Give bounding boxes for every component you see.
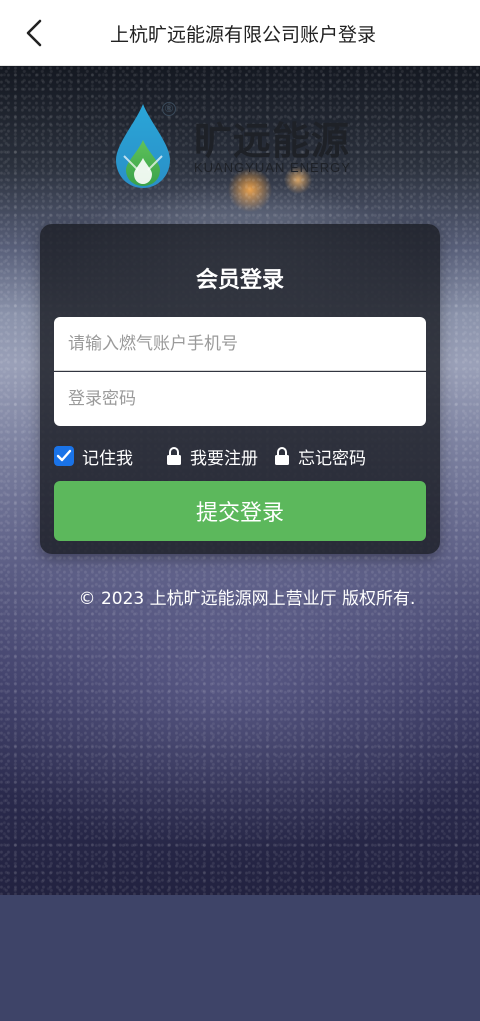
logo-name-cn: 旷远能源 [194, 118, 351, 163]
registered-mark: ® [162, 102, 176, 116]
remember-me-label: 记住我 [82, 448, 133, 469]
company-logo: ® 旷远能源 KUANGYUAN ENERGY [108, 100, 378, 192]
submit-login-button[interactable]: 提交登录 [54, 481, 426, 541]
login-title: 会员登录 [195, 268, 284, 293]
register-link[interactable]: 我要注册 [166, 442, 258, 470]
password-input[interactable] [54, 372, 426, 426]
remember-me-checkbox[interactable] [54, 446, 74, 466]
bottom-band [0, 895, 480, 1021]
forgot-password-link[interactable]: 忘记密码 [274, 442, 366, 470]
forgot-password-label: 忘记密码 [298, 448, 366, 469]
copyright-text: © 2023 上杭旷远能源网上营业厅 版权所有. [78, 589, 416, 609]
lock-icon [275, 447, 289, 465]
top-bar: 上杭旷远能源有限公司账户登录 [0, 0, 480, 66]
remember-me-toggle[interactable]: 记住我 [54, 442, 133, 470]
checkmark-icon [56, 449, 72, 462]
register-label: 我要注册 [190, 448, 258, 469]
lock-icon [167, 447, 181, 465]
phone-input[interactable] [54, 317, 426, 371]
login-card: 会员登录 记住我 我要注册 忘记密码 提交登录 [40, 224, 440, 554]
login-options: 记住我 我要注册 忘记密码 [54, 442, 426, 470]
logo-name-en: KUANGYUAN ENERGY [194, 160, 351, 175]
page-title: 上杭旷远能源有限公司账户登录 [109, 24, 376, 46]
